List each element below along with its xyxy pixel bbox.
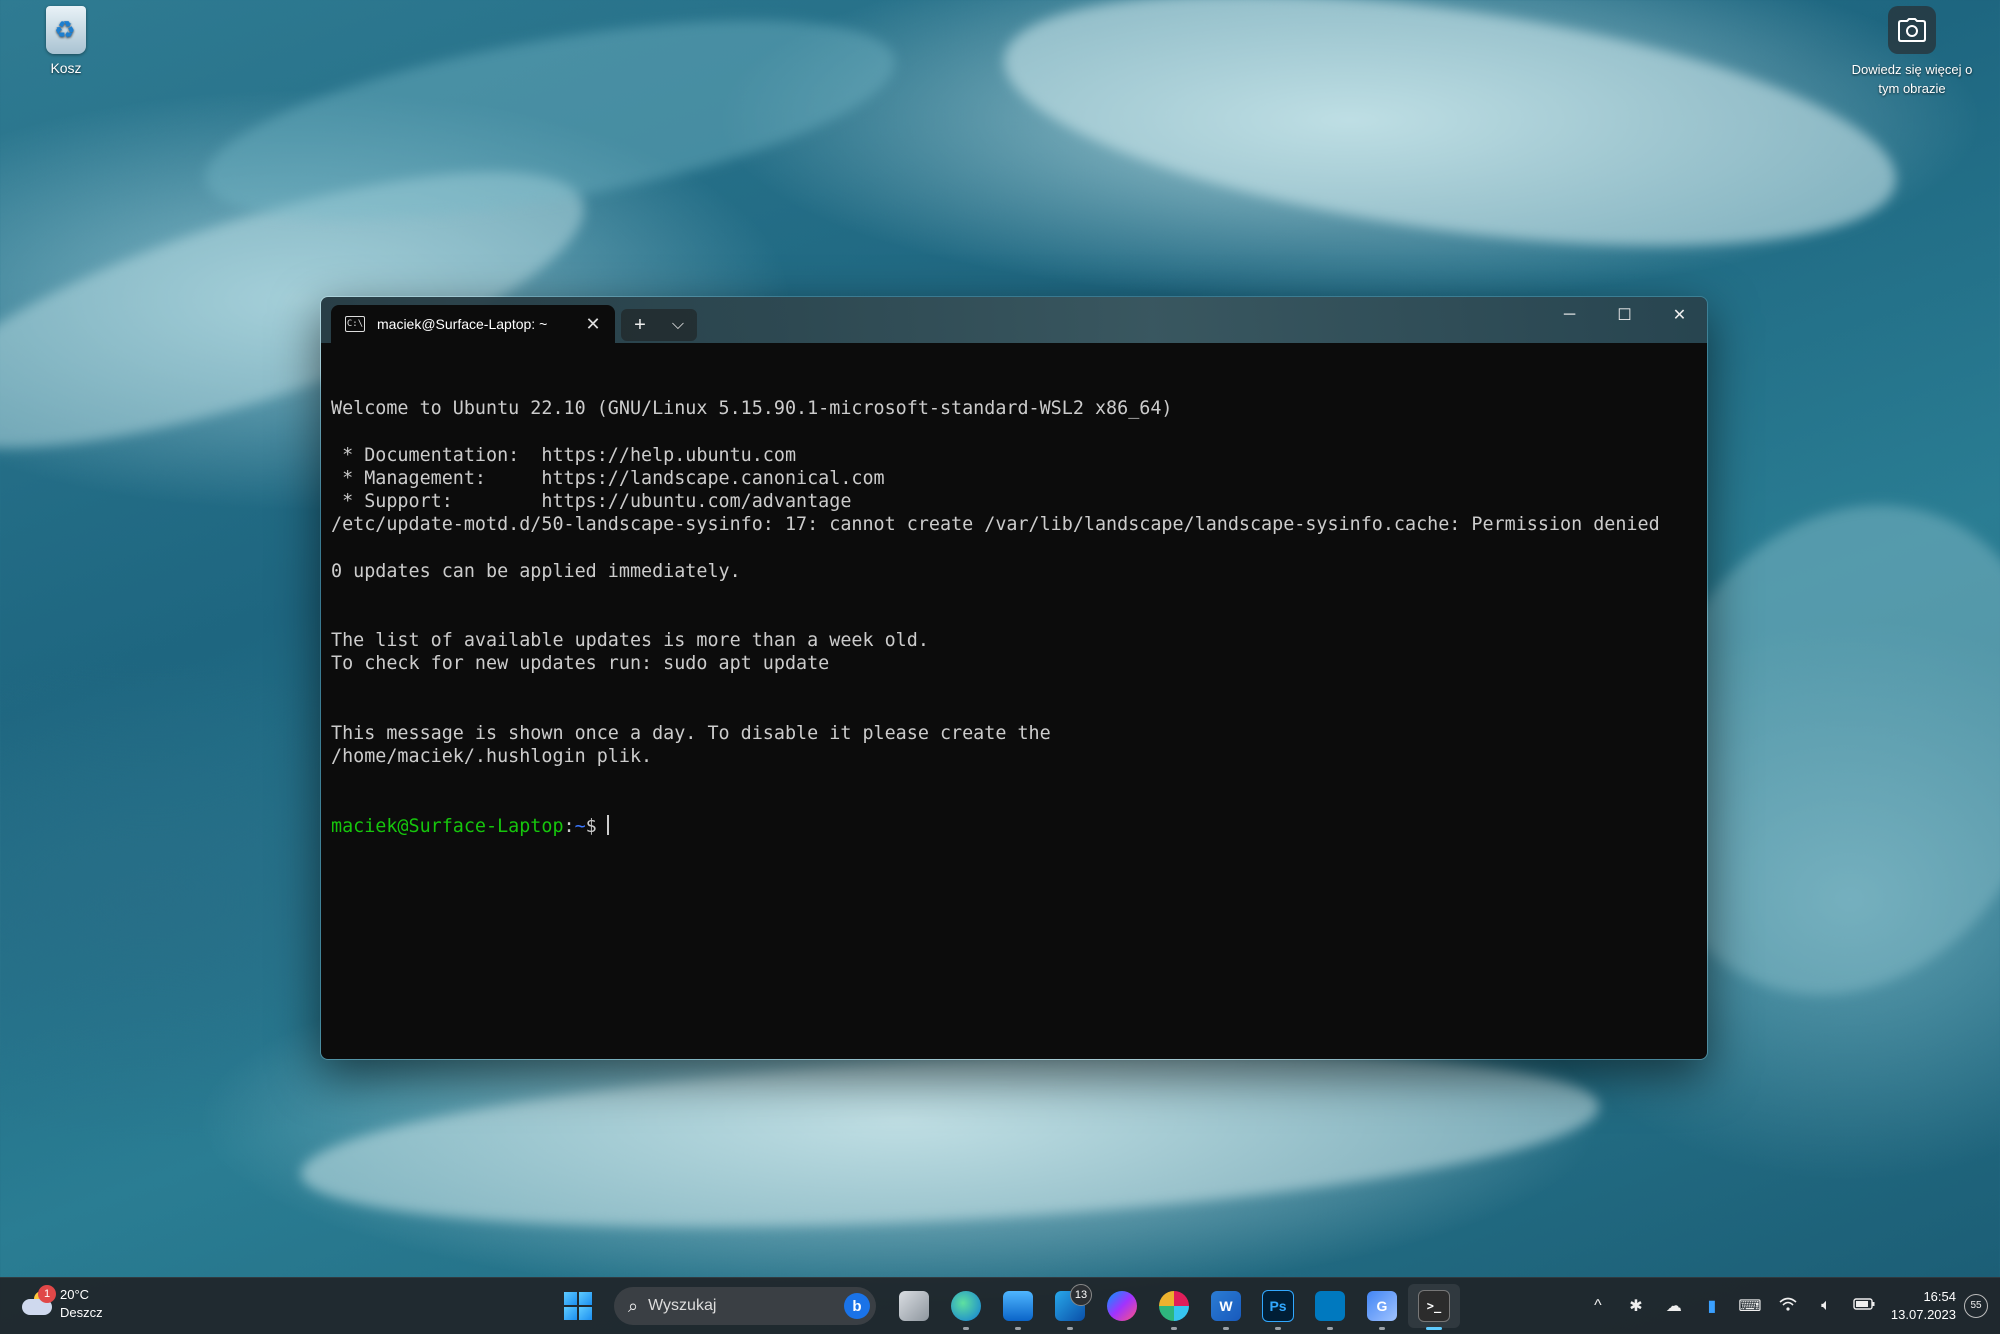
clock-time: 16:54: [1923, 1289, 1956, 1304]
wifi-icon[interactable]: [1769, 1297, 1807, 1316]
recycle-bin-icon: [46, 6, 86, 54]
word-icon: W: [1211, 1291, 1241, 1321]
tray-chevron-icon[interactable]: ^: [1579, 1297, 1617, 1315]
taskbar-app-word[interactable]: W: [1200, 1284, 1252, 1330]
tab-title: maciek@Surface-Laptop: ~: [377, 316, 548, 332]
running-indicator: [1327, 1327, 1333, 1330]
app-badge: 13: [1070, 1284, 1092, 1306]
spotlight-info[interactable]: Dowiedz się więcej o tym obrazie: [1842, 6, 1982, 98]
tray-app-icon[interactable]: ▮: [1693, 1296, 1731, 1316]
terminal-line: This message is shown once a day. To dis…: [331, 723, 1051, 745]
terminal-line: 0 updates can be applied immediately.: [331, 560, 741, 582]
taskbar-app-outlook[interactable]: 13: [1044, 1284, 1096, 1330]
start-button[interactable]: [556, 1284, 600, 1328]
terminal-output[interactable]: Welcome to Ubuntu 22.10 (GNU/Linux 5.15.…: [321, 343, 1707, 1059]
camera-icon: [1888, 6, 1936, 54]
title-bar[interactable]: C:\ maciek@Surface-Laptop: ~ ✕ + ⌵ ─ ☐ ✕: [321, 297, 1707, 343]
terminal-line: /home/maciek/.hushlogin plik.: [331, 746, 653, 768]
close-button[interactable]: ✕: [1652, 297, 1707, 333]
running-indicator: [1426, 1327, 1442, 1330]
taskbar-app-trello[interactable]: [1304, 1284, 1356, 1330]
taskbar-app-task-view[interactable]: [888, 1284, 940, 1328]
search-box[interactable]: ⌕ Wyszukaj b: [614, 1287, 876, 1325]
maximize-button[interactable]: ☐: [1597, 297, 1652, 333]
notification-badge[interactable]: 55: [1964, 1294, 1988, 1318]
taskbar-app-terminal-app[interactable]: >_: [1408, 1284, 1460, 1330]
taskbar-app-mail[interactable]: [992, 1284, 1044, 1330]
text-cursor: [606, 814, 609, 835]
running-indicator: [1171, 1327, 1177, 1330]
weather-temp: 20°C: [60, 1287, 90, 1302]
weather-icon: 1: [20, 1285, 56, 1317]
running-indicator: [963, 1327, 969, 1330]
weather-condition: Deszcz: [60, 1305, 103, 1320]
bing-icon[interactable]: b: [844, 1293, 870, 1319]
prompt-path: ~: [574, 815, 586, 837]
task-view-icon: [899, 1291, 929, 1321]
clock[interactable]: 16:54 13.07.2023: [1891, 1288, 1956, 1324]
search-icon: ⌕: [628, 1295, 639, 1316]
running-indicator: [1379, 1327, 1385, 1330]
terminal-line: /etc/update-motd.d/50-landscape-sysinfo:…: [331, 514, 1660, 536]
terminal-lines: Welcome to Ubuntu 22.10 (GNU/Linux 5.15.…: [331, 397, 1697, 768]
terminal-app-icon: >_: [1418, 1290, 1450, 1322]
keyboard-icon[interactable]: ⌨: [1731, 1296, 1769, 1316]
clock-date: 13.07.2023: [1890, 1307, 1956, 1322]
edge-icon: [951, 1291, 981, 1321]
terminal-line: * Management: https://landscape.canonica…: [331, 467, 885, 489]
running-indicator: [1015, 1327, 1021, 1330]
terminal-tab[interactable]: C:\ maciek@Surface-Laptop: ~ ✕: [331, 305, 615, 343]
tab-close-icon[interactable]: ✕: [579, 310, 607, 338]
taskbar-app-edge[interactable]: [940, 1284, 992, 1330]
running-indicator: [1275, 1327, 1281, 1330]
search-placeholder: Wyszukaj: [648, 1297, 717, 1314]
tab-dropdown-button[interactable]: ⌵: [659, 309, 697, 341]
taskbar-app-messenger[interactable]: [1096, 1284, 1148, 1328]
photoshop-icon: Ps: [1262, 1290, 1294, 1322]
taskbar-app-slack[interactable]: [1148, 1284, 1200, 1330]
terminal-icon: C:\: [345, 316, 365, 332]
running-indicator: [1067, 1327, 1073, 1330]
minimize-button[interactable]: ─: [1542, 297, 1597, 333]
taskbar: 1 20°C Deszcz ⌕ Wyszukaj b 13 W Ps G >_ ^ ✱ …: [0, 1277, 2000, 1334]
terminal-line: * Documentation: https://help.ubuntu.com: [331, 444, 797, 466]
taskbar-app-translate[interactable]: G: [1356, 1284, 1408, 1330]
mail-icon: [1003, 1291, 1033, 1321]
system-tray: ^ ✱ ☁ ▮ ⌨ 🔈︎ 16:54 13.07.2023 55: [1579, 1278, 2000, 1334]
terminal-line: To check for new updates run: sudo apt u…: [331, 653, 830, 675]
spotlight-label: Dowiedz się więcej o tym obrazie: [1851, 62, 1973, 96]
taskbar-app-photoshop[interactable]: Ps: [1252, 1284, 1304, 1330]
prompt-separator: :: [563, 815, 575, 837]
terminal-line: The list of available updates is more th…: [331, 630, 929, 652]
slack-tray-icon[interactable]: ✱: [1617, 1296, 1655, 1316]
prompt-line[interactable]: maciek@Surface-Laptop:~$: [331, 814, 1697, 838]
weather-badge: 1: [38, 1285, 56, 1303]
recycle-bin-label: Kosz: [50, 60, 82, 76]
messenger-icon: [1107, 1291, 1137, 1321]
weather-widget[interactable]: 1 20°C Deszcz: [20, 1285, 103, 1322]
terminal-line: * Support: https://ubuntu.com/advantage: [331, 491, 852, 513]
volume-icon[interactable]: 🔈︎: [1807, 1297, 1845, 1315]
terminal-line: Welcome to Ubuntu 22.10 (GNU/Linux 5.15.…: [331, 398, 1173, 420]
onedrive-icon[interactable]: ☁: [1655, 1296, 1693, 1316]
recycle-bin[interactable]: Kosz: [30, 6, 102, 76]
battery-icon[interactable]: [1845, 1297, 1883, 1315]
slack-icon: [1159, 1291, 1189, 1321]
prompt-user: maciek@Surface-Laptop: [331, 815, 564, 837]
running-indicator: [1223, 1327, 1229, 1330]
terminal-window[interactable]: C:\ maciek@Surface-Laptop: ~ ✕ + ⌵ ─ ☐ ✕…: [320, 296, 1708, 1060]
translate-icon: G: [1367, 1291, 1397, 1321]
prompt-symbol: $: [585, 815, 597, 837]
trello-icon: [1315, 1291, 1345, 1321]
new-tab-button[interactable]: +: [621, 309, 659, 341]
